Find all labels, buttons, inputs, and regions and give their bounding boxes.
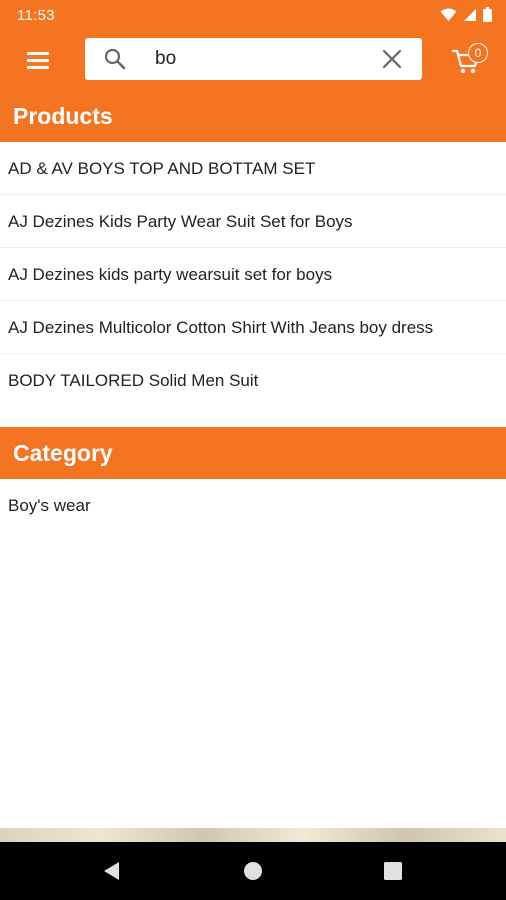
cart-count-badge: 0 — [468, 43, 488, 63]
cart-button[interactable]: 0 — [452, 40, 492, 80]
product-item[interactable]: AJ Dezines Multicolor Cotton Shirt With … — [0, 301, 506, 354]
products-section-header: Products — [0, 90, 506, 142]
status-icons — [440, 7, 492, 22]
status-time: 11:53 — [17, 7, 55, 24]
cellular-signal-icon — [464, 8, 476, 21]
category-item[interactable]: Boy's wear — [0, 479, 506, 531]
category-section-header: Category — [0, 427, 506, 479]
product-item[interactable]: AJ Dezines Kids Party Wear Suit Set for … — [0, 195, 506, 248]
category-title: Category — [13, 440, 113, 466]
home-icon[interactable] — [242, 860, 264, 882]
wifi-icon — [440, 8, 457, 21]
product-item[interactable]: BODY TAILORED Solid Men Suit — [0, 354, 506, 406]
recents-icon[interactable] — [382, 860, 404, 882]
back-icon[interactable] — [101, 860, 123, 882]
app-bar: 0 — [0, 30, 506, 90]
search-icon[interactable] — [103, 47, 127, 71]
search-box — [85, 38, 422, 80]
products-list: AD & AV BOYS TOP AND BOTTAM SET AJ Dezin… — [0, 142, 506, 406]
hamburger-menu-icon[interactable] — [24, 46, 54, 76]
close-icon[interactable] — [382, 49, 402, 69]
products-title: Products — [13, 103, 113, 129]
search-input[interactable] — [155, 46, 375, 72]
banner-image-strip — [0, 828, 506, 842]
status-bar: 11:53 — [0, 0, 506, 30]
product-item[interactable]: AD & AV BOYS TOP AND BOTTAM SET — [0, 142, 506, 195]
product-item[interactable]: AJ Dezines kids party wearsuit set for b… — [0, 248, 506, 301]
battery-icon — [483, 7, 492, 22]
navigation-bar — [0, 842, 506, 900]
category-list: Boy's wear — [0, 479, 506, 531]
